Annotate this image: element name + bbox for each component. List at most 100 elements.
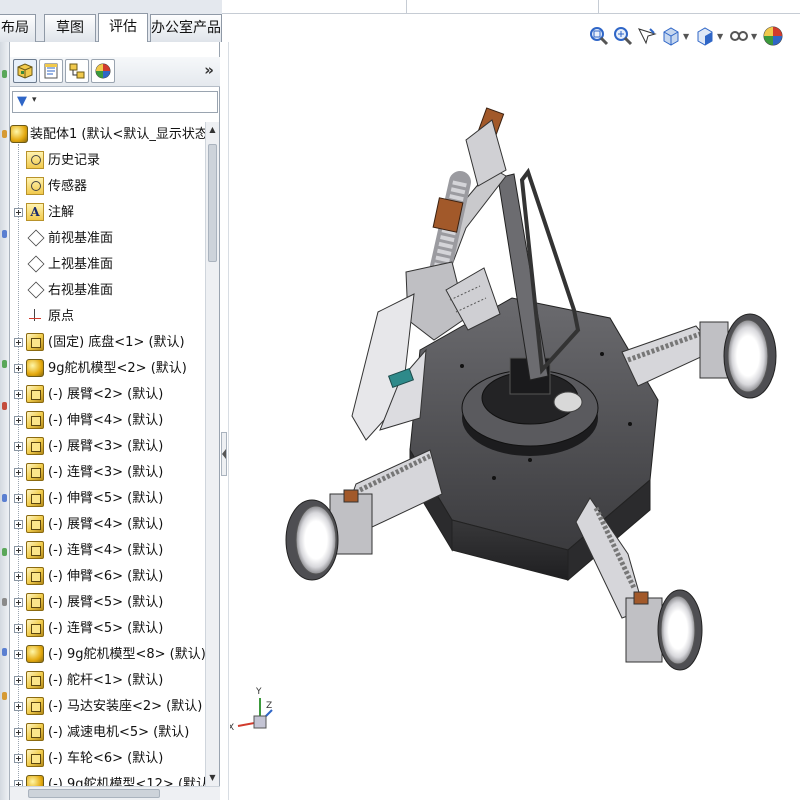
part-icon [26, 333, 44, 351]
part-icon [26, 593, 44, 611]
tree-item[interactable]: (-) 马达安装座<2> (默认) [10, 694, 206, 720]
tree-item[interactable]: 原点 [10, 304, 206, 330]
part-icon [26, 515, 44, 533]
expand-icon[interactable] [14, 676, 23, 685]
part-icon [26, 749, 44, 767]
graphics-area[interactable]: Y X Z [230, 50, 800, 800]
subassembly-icon [26, 645, 44, 663]
appearance-icon[interactable] [762, 25, 784, 47]
scroll-thumb[interactable] [208, 144, 217, 262]
tree-item-label: 历史记录 [48, 153, 101, 168]
horizontal-scroll-thumb[interactable] [28, 789, 160, 798]
view-orientation-icon[interactable] [694, 25, 716, 47]
featuremanager-tab[interactable] [13, 59, 37, 83]
tree-vertical-scrollbar[interactable]: ▲ ▼ [205, 122, 219, 786]
tree-item-label: (-) 连臂<4> (默认) [48, 543, 164, 558]
zoom-to-fit-icon[interactable] [588, 25, 610, 47]
section-view-icon[interactable] [660, 25, 682, 47]
tree-root-assembly[interactable]: 装配体1 (默认<默认_显示状态-1>) [10, 122, 206, 148]
tree-filter[interactable]: ▼ ▾ [12, 91, 218, 113]
tree-horizontal-scrollbar[interactable] [10, 786, 220, 800]
tree-item[interactable]: 历史记录 [10, 148, 206, 174]
expand-icon[interactable] [14, 208, 23, 217]
expand-icon[interactable] [14, 754, 23, 763]
expand-icon[interactable] [14, 572, 23, 581]
scroll-down-icon[interactable]: ▼ [206, 770, 219, 786]
tree-item[interactable]: (-) 展臂<5> (默认) [10, 590, 206, 616]
triad-y-label: Y [255, 687, 262, 697]
tree-item[interactable]: (-) 9g舵机模型<8> (默认) [10, 642, 206, 668]
tree-item[interactable]: (-) 舵杆<1> (默认) [10, 668, 206, 694]
chevron-down-icon[interactable]: ▼ [717, 32, 723, 41]
expand-icon[interactable] [14, 702, 23, 711]
expand-icon[interactable] [14, 624, 23, 633]
tree-item[interactable]: (-) 连臂<4> (默认) [10, 538, 206, 564]
expand-icon[interactable] [14, 364, 23, 373]
origin-icon [26, 307, 44, 325]
tree-item[interactable]: (-) 展臂<4> (默认) [10, 512, 206, 538]
part-icon [26, 489, 44, 507]
chevron-down-icon[interactable]: ▼ [751, 32, 757, 41]
part-icon [26, 541, 44, 559]
configurationmanager-icon [69, 63, 85, 79]
expand-icon[interactable] [14, 650, 23, 659]
tree-root-label: 装配体1 (默认<默认_显示状态-1>) [30, 127, 206, 142]
expand-icon[interactable] [14, 468, 23, 477]
part-icon [26, 671, 44, 689]
configurationmanager-tab[interactable] [65, 59, 89, 83]
chevron-down-icon: ▾ [32, 95, 37, 105]
tab-evaluate[interactable]: 评估 [98, 13, 148, 42]
tab-office-products[interactable]: 办公室产品 [150, 14, 222, 42]
expand-icon[interactable] [14, 390, 23, 399]
previous-view-icon[interactable] [636, 25, 658, 47]
expand-icon[interactable] [14, 494, 23, 503]
tree-item[interactable]: 9g舵机模型<2> (默认) [10, 356, 206, 382]
chevron-down-icon[interactable]: ▼ [683, 32, 689, 41]
propertymanager-icon [44, 63, 58, 79]
tree-item[interactable]: (-) 展臂<2> (默认) [10, 382, 206, 408]
displaymanager-tab[interactable] [91, 59, 115, 83]
tree-item-label: (-) 伸臂<4> (默认) [48, 413, 164, 428]
part-icon [26, 697, 44, 715]
tree-item[interactable]: (-) 减速电机<5> (默认) [10, 720, 206, 746]
expand-icon[interactable] [14, 416, 23, 425]
expand-panel-button[interactable]: » [204, 61, 214, 79]
tree-item[interactable]: 上视基准面 [10, 252, 206, 278]
tree-item[interactable]: 传感器 [10, 174, 206, 200]
scroll-up-icon[interactable]: ▲ [206, 122, 219, 138]
expand-icon[interactable] [14, 728, 23, 737]
part-icon [26, 385, 44, 403]
tree-item[interactable]: (-) 展臂<3> (默认) [10, 434, 206, 460]
expand-icon[interactable] [14, 520, 23, 529]
annotation-icon: A [26, 203, 44, 221]
panel-splitter[interactable] [220, 42, 229, 800]
plane-icon [27, 229, 45, 247]
expand-icon[interactable] [14, 442, 23, 451]
collapse-panel-icon[interactable] [221, 432, 227, 476]
tree-item[interactable]: (-) 伸臂<6> (默认) [10, 564, 206, 590]
tab-layout[interactable]: 布局 [0, 14, 36, 42]
expand-icon[interactable] [14, 338, 23, 347]
tree-item[interactable]: (-) 伸臂<5> (默认) [10, 486, 206, 512]
tree-item[interactable]: 右视基准面 [10, 278, 206, 304]
displaymanager-icon [95, 63, 111, 79]
tree-item[interactable]: (-) 车轮<6> (默认) [10, 746, 206, 772]
tree-item[interactable]: 前视基准面 [10, 226, 206, 252]
tab-strip-fill [222, 0, 800, 14]
tree-item-label: 原点 [48, 309, 75, 324]
tab-sketch[interactable]: 草图 [44, 14, 96, 42]
part-icon [26, 411, 44, 429]
tree-item[interactable]: (固定) 底盘<1> (默认) [10, 330, 206, 356]
tree-item[interactable]: (-) 伸臂<4> (默认) [10, 408, 206, 434]
triad-x-label: X [230, 723, 234, 733]
tree-item[interactable]: (-) 连臂<5> (默认) [10, 616, 206, 642]
assembly-icon [10, 125, 28, 143]
display-style-icon[interactable] [728, 25, 750, 47]
tree-item[interactable]: (-) 连臂<3> (默认) [10, 460, 206, 486]
zoom-to-area-icon[interactable] [612, 25, 634, 47]
expand-icon[interactable] [14, 598, 23, 607]
tree-item[interactable]: A 注解 [10, 200, 206, 226]
expand-icon[interactable] [14, 546, 23, 555]
filter-icon: ▼ [17, 94, 27, 109]
propertymanager-tab[interactable] [39, 59, 63, 83]
